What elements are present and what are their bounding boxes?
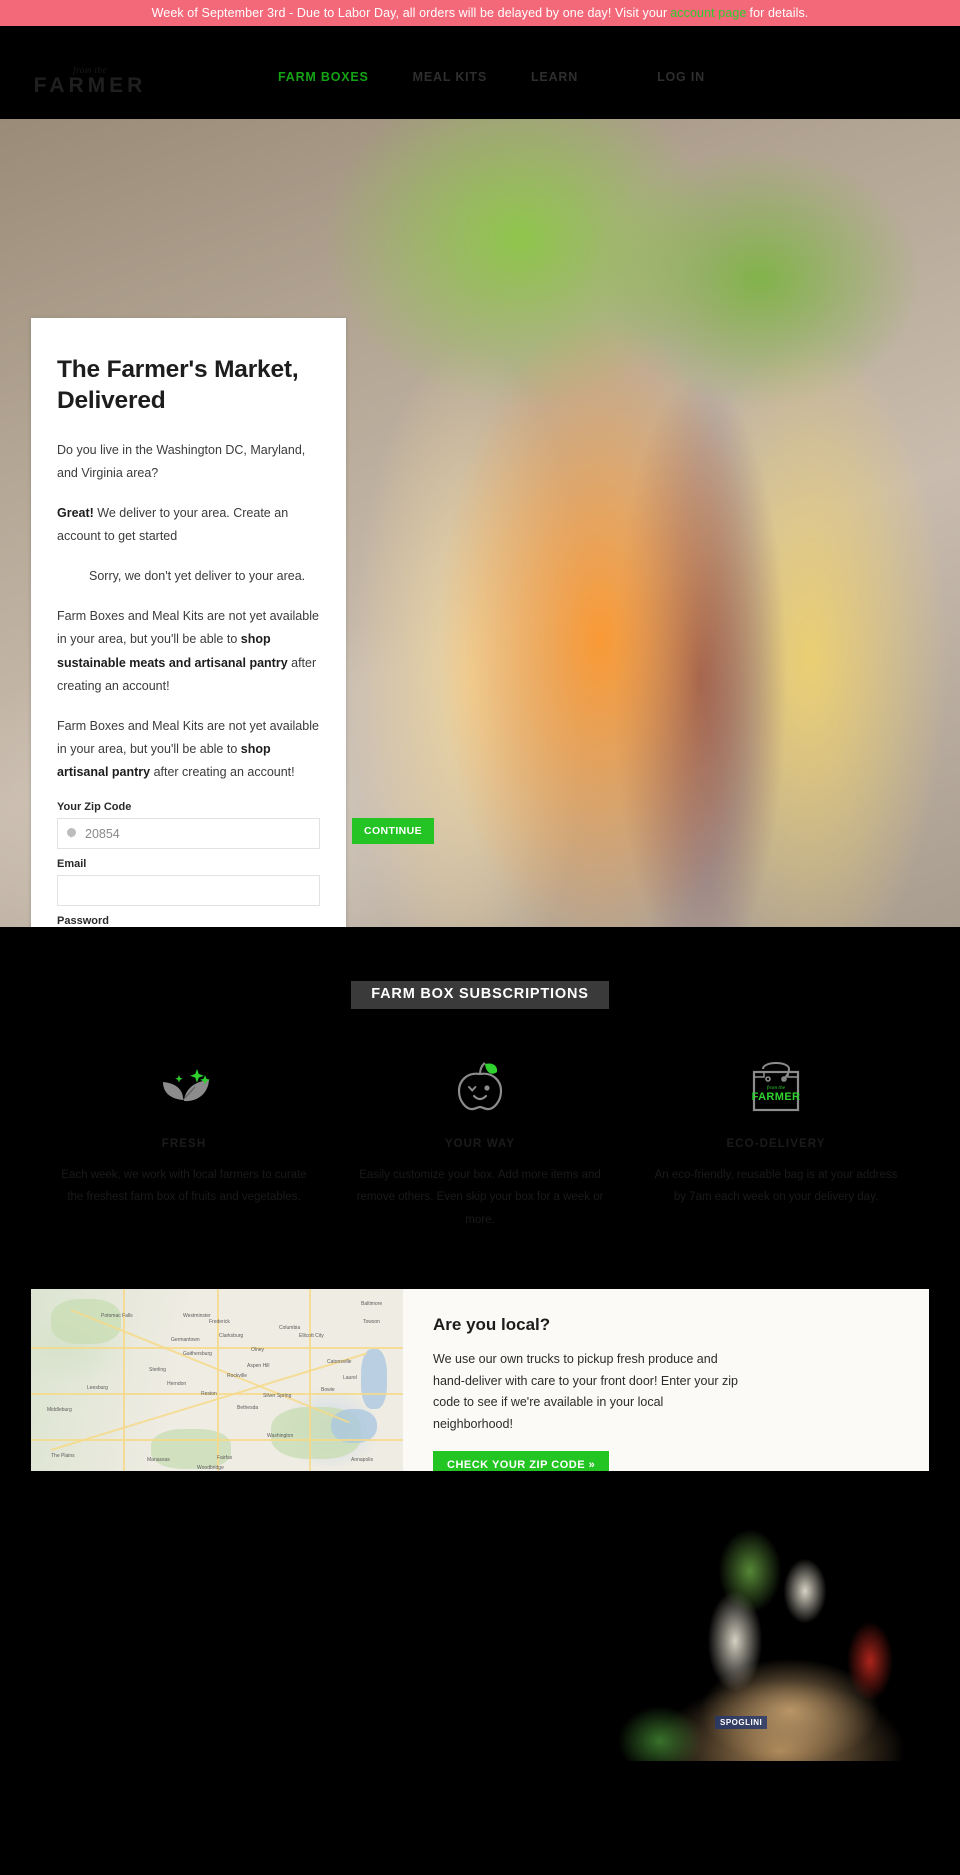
announcement-text-before: Week of September 3rd - Due to Labor Day…: [151, 6, 668, 20]
map-label: Aspen Hill: [247, 1363, 270, 1370]
logo-wordmark: FARMER: [33, 74, 147, 97]
feature-fresh-title: FRESH: [161, 1138, 207, 1150]
account-page-link[interactable]: account page: [670, 6, 746, 20]
map-label: The Plains: [51, 1453, 75, 1460]
map-label: Sterling: [149, 1367, 166, 1374]
feature-your-way-text: Easily customize your box. Add more item…: [356, 1169, 604, 1226]
zip-input-value: 20854: [85, 826, 120, 841]
zip-code-row: 20854 CONTINUE: [57, 818, 435, 850]
coverage-map[interactable]: Baltimore Columbia Frederick Rockville B…: [31, 1289, 403, 1472]
hero-section: The Farmer's Market, Delivered Do you li…: [0, 119, 960, 927]
zip-input-wrapper[interactable]: 20854: [57, 818, 320, 850]
map-label: Catonsville: [327, 1359, 352, 1366]
map-water-body: [361, 1349, 387, 1410]
sprout-sparkle-icon: [58, 1057, 310, 1119]
map-label: Germantown: [171, 1337, 200, 1344]
zip-code-label: Your Zip Code: [57, 801, 132, 814]
map-road: [217, 1289, 219, 1472]
map-label: Rockville: [227, 1373, 248, 1380]
map-green-area: [151, 1429, 231, 1470]
map-label: Leesburg: [87, 1385, 108, 1392]
farmer-tote-bag-icon: from the FARMER: [650, 1057, 902, 1119]
local-description: We use our own trucks to pickup fresh pr…: [433, 1352, 739, 1431]
map-label: Reston: [201, 1391, 217, 1398]
hero-great-message: Great! We deliver to your area. Create a…: [57, 502, 320, 548]
site-logo[interactable]: from the FARMER: [30, 66, 150, 97]
hero-unavailable-meats: Farm Boxes and Meal Kits are not yet ava…: [57, 605, 320, 698]
feature-fresh-text: Each week, we work with local farmers to…: [61, 1169, 307, 1204]
hero-unavailable-pantry: Farm Boxes and Meal Kits are not yet ava…: [57, 715, 320, 784]
farm-box-subscriptions-section: FARM BOX SUBSCRIPTIONS FRESH Each week, …: [0, 927, 960, 1272]
map-label: Clarksburg: [219, 1333, 244, 1340]
map-label: Columbia: [279, 1325, 301, 1332]
map-label: Frederick: [209, 1319, 230, 1326]
nav-link-learn[interactable]: LEARN: [531, 70, 578, 84]
map-label: Gaithersburg: [183, 1351, 212, 1358]
features-grid: FRESH Each week, we work with local farm…: [0, 1057, 960, 1231]
feature-eco-delivery-title: ECO-DELIVERY: [726, 1138, 826, 1150]
main-navigation: FARM BOXES MEAL KITS LEARN LOG IN: [278, 68, 705, 86]
feature-fresh: FRESH Each week, we work with local farm…: [36, 1057, 332, 1231]
local-title: Are you local?: [433, 1315, 551, 1335]
feature-your-way: YOUR WAY Easily customize your box. Add …: [332, 1057, 628, 1231]
hero-great-bold: Great!: [57, 505, 94, 520]
map-label: Towson: [363, 1319, 380, 1326]
unavailable-pantry-part-a: Farm Boxes and Meal Kits are not yet ava…: [57, 718, 319, 756]
local-section-wrapper: Baltimore Columbia Frederick Rockville B…: [0, 1271, 960, 1472]
site-header: from the FARMER FARM BOXES MEAL KITS LEA…: [0, 26, 960, 119]
continue-button[interactable]: CONTINUE: [352, 818, 435, 845]
hero-title: The Farmer's Market, Delivered: [57, 356, 299, 415]
map-label: Silver Spring: [263, 1393, 292, 1400]
map-label: Fairfax: [217, 1455, 233, 1462]
map-label: Baltimore: [361, 1301, 383, 1308]
map-water-body: [331, 1409, 377, 1444]
nav-link-farm-boxes[interactable]: FARM BOXES: [278, 70, 369, 84]
map-label: Laurel: [343, 1375, 357, 1382]
happy-apple-icon: [354, 1057, 606, 1119]
unavailable-pantry-part-b: after creating an account!: [150, 765, 295, 780]
nav-item-farm-boxes[interactable]: FARM BOXES: [278, 68, 413, 86]
section-title: FARM BOX SUBSCRIPTIONS: [351, 981, 609, 1009]
map-label: Herndon: [167, 1381, 187, 1388]
map-label: Bethesda: [237, 1405, 259, 1412]
map-label: Olney: [251, 1347, 265, 1354]
map-label: Washington: [267, 1433, 294, 1440]
map-label: Manassas: [147, 1457, 170, 1464]
unavailable-meats-part-a: Farm Boxes and Meal Kits are not yet ava…: [57, 609, 319, 647]
password-label: Password: [57, 915, 109, 927]
nav-item-log-in[interactable]: LOG IN: [657, 68, 705, 86]
nav-item-learn[interactable]: LEARN: [531, 68, 622, 86]
map-road: [309, 1289, 311, 1472]
bottom-photo-band: SPOGLINI: [0, 1471, 960, 1762]
nav-link-log-in[interactable]: LOG IN: [657, 70, 705, 84]
feature-your-way-title: YOUR WAY: [444, 1138, 516, 1150]
local-card-body: Are you local? We use our own trucks to …: [403, 1289, 929, 1472]
announcement-text-after: for details.: [749, 6, 809, 20]
nav-link-meal-kits[interactable]: MEAL KITS: [413, 70, 487, 84]
are-you-local-card: Baltimore Columbia Frederick Rockville B…: [31, 1289, 929, 1472]
feature-eco-delivery: from the FARMER ECO-DELIVERY An eco-frie…: [628, 1057, 924, 1231]
svg-text:from the: from the: [767, 1084, 786, 1091]
spoglini-brand-label: SPOGLINI: [715, 1716, 768, 1730]
check-zip-code-button[interactable]: CHECK YOUR ZIP CODE »: [433, 1451, 610, 1472]
signup-card: The Farmer's Market, Delivered Do you li…: [31, 318, 435, 927]
hero-sorry-message: Sorry, we don't yet deliver to your area…: [89, 569, 306, 584]
feature-eco-delivery-text: An eco-friendly, reusable bag is at your…: [654, 1169, 898, 1204]
location-pin-icon: [67, 827, 76, 840]
announcement-bar: Week of September 3rd - Due to Labor Day…: [0, 0, 960, 26]
subs-title-wrapper: FARM BOX SUBSCRIPTIONS: [0, 981, 960, 1009]
map-green-area: [51, 1299, 121, 1345]
map-label: Bowie: [321, 1387, 335, 1394]
nav-item-meal-kits[interactable]: MEAL KITS: [413, 68, 531, 86]
map-label: Potomac Falls: [101, 1313, 133, 1320]
map-label: Annapolis: [351, 1457, 373, 1464]
hero-question: Do you live in the Washington DC, Maryla…: [57, 442, 306, 480]
svg-text:FARMER: FARMER: [752, 1091, 801, 1103]
map-label: Ellicott City: [299, 1333, 324, 1340]
map-label: Westminster: [183, 1313, 211, 1320]
email-label: Email: [57, 858, 87, 871]
map-label: Middleburg: [47, 1407, 72, 1414]
email-input[interactable]: [57, 875, 320, 907]
produce-box-photo: SPOGLINI: [540, 1511, 960, 1762]
